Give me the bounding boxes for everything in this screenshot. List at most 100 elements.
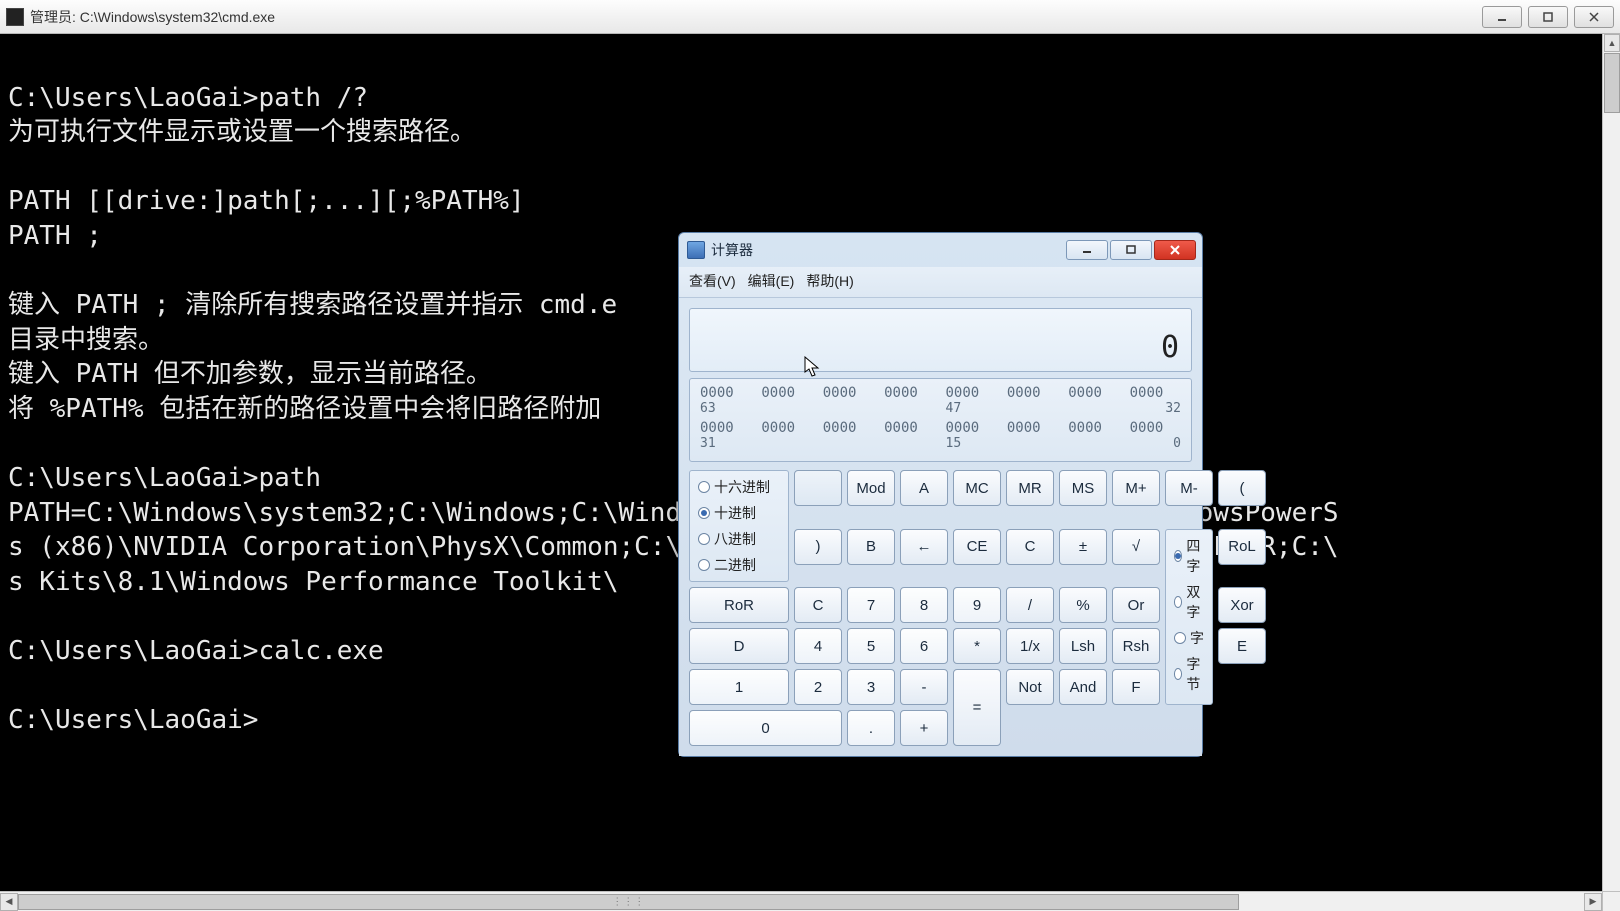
lsh-button[interactable]: Lsh [1059, 628, 1107, 664]
cmd-close-button[interactable] [1574, 6, 1614, 28]
subtract-button[interactable]: - [900, 669, 948, 705]
or-button[interactable]: Or [1112, 587, 1160, 623]
calc-close-button[interactable] [1154, 240, 1196, 260]
num-9-button[interactable]: 9 [953, 587, 1001, 623]
mplus-button[interactable]: M+ [1112, 470, 1160, 506]
bit-display: 00000000000000000000000000000000 634732 … [689, 378, 1192, 462]
scroll-thumb-h[interactable]: ⋮⋮⋮ [18, 894, 1239, 910]
bit-group: 0000 [1130, 420, 1181, 436]
num-3-button[interactable]: 3 [847, 669, 895, 705]
cmd-scroll-corner [1602, 891, 1620, 911]
bit-index-label [1068, 401, 1119, 416]
equals-button[interactable]: = [953, 669, 1001, 746]
num-1-button[interactable]: 1 [689, 669, 789, 705]
not-button[interactable]: Not [1006, 669, 1054, 705]
word-radio-dword[interactable]: 双字 [1174, 582, 1204, 622]
add-button[interactable]: + [900, 710, 948, 746]
scroll-up-icon[interactable]: ▲ [1604, 34, 1620, 52]
mr-button[interactable]: MR [1006, 470, 1054, 506]
hex-b-button[interactable]: B [847, 529, 895, 565]
num-5-button[interactable]: 5 [847, 628, 895, 664]
divide-button[interactable]: / [1006, 587, 1054, 623]
bit-index-label: 32 [1130, 401, 1181, 416]
scroll-thumb-v[interactable] [1604, 53, 1620, 113]
num-7-button[interactable]: 7 [847, 587, 895, 623]
and-button[interactable]: And [1059, 669, 1107, 705]
lparen-button[interactable]: ( [1218, 470, 1266, 506]
multiply-button[interactable]: * [953, 628, 1001, 664]
bit-group: 0000 [884, 385, 935, 401]
bit-group: 0000 [1130, 385, 1181, 401]
bit-group: 0000 [1007, 385, 1058, 401]
cmd-horizontal-scrollbar[interactable]: ◀ ⋮⋮⋮ ▶ [0, 891, 1602, 911]
mod-button[interactable]: Mod [847, 470, 895, 506]
bit-group: 0000 [700, 420, 751, 436]
base-radio-hex[interactable]: 十六进制 [698, 477, 780, 497]
word-size-group: 四字双字字字节 [1165, 529, 1213, 706]
num-2-button[interactable]: 2 [794, 669, 842, 705]
rparen-button[interactable]: ) [794, 529, 842, 565]
bit-index-label [1007, 401, 1058, 416]
calc-titlebar[interactable]: 计算器 [679, 233, 1202, 267]
menu-view[interactable]: 查看(V) [689, 271, 736, 291]
bit-group: 0000 [1007, 420, 1058, 436]
xor-button[interactable]: Xor [1218, 587, 1266, 623]
rol-button[interactable]: RoL [1218, 529, 1266, 565]
hex-a-button[interactable]: A [900, 470, 948, 506]
reciprocal-button[interactable]: 1/x [1006, 628, 1054, 664]
hex-e-button[interactable]: E [1218, 628, 1266, 664]
radio-dot-icon [1174, 632, 1186, 644]
bit-index-label: 15 [946, 436, 997, 451]
radio-dot-icon [1174, 550, 1182, 562]
num-4-button[interactable]: 4 [794, 628, 842, 664]
mminus-button[interactable]: M- [1165, 470, 1213, 506]
hex-d-button[interactable]: D [689, 628, 789, 664]
c-button[interactable]: C [1006, 529, 1054, 565]
cmd-vertical-scrollbar[interactable]: ▲ [1602, 34, 1620, 891]
calc-maximize-button[interactable] [1110, 240, 1152, 260]
bit-index-label: 31 [700, 436, 751, 451]
hex-f-button[interactable]: F [1112, 669, 1160, 705]
radio-label: 字 [1190, 628, 1204, 648]
calculator-window[interactable]: 计算器 查看(V) 编辑(E) 帮助(H) 0 0000000000000000… [678, 232, 1203, 757]
ror-button[interactable]: RoR [689, 587, 789, 623]
calc-minimize-button[interactable] [1066, 240, 1108, 260]
word-radio-qword[interactable]: 四字 [1174, 536, 1204, 576]
radio-label: 十六进制 [714, 477, 770, 497]
cmd-minimize-button[interactable] [1482, 6, 1522, 28]
rsh-button[interactable]: Rsh [1112, 628, 1160, 664]
ms-button[interactable]: MS [1059, 470, 1107, 506]
plusminus-button[interactable]: ± [1059, 529, 1107, 565]
calculator-app-icon [687, 241, 705, 259]
bit-index-label: 63 [700, 401, 751, 416]
backspace-button[interactable]: ← [900, 529, 948, 565]
num-8-button[interactable]: 8 [900, 587, 948, 623]
cmd-titlebar[interactable]: 管理员: C:\Windows\system32\cmd.exe [0, 0, 1620, 34]
ce-button[interactable]: CE [953, 529, 1001, 565]
menu-help[interactable]: 帮助(H) [806, 271, 853, 291]
blank-button [794, 470, 842, 506]
number-base-group: 十六进制十进制八进制二进制 [689, 470, 789, 582]
bit-group: 0000 [884, 420, 935, 436]
num-6-button[interactable]: 6 [900, 628, 948, 664]
bit-index-label: 0 [1130, 436, 1181, 451]
num-0-button[interactable]: 0 [689, 710, 842, 746]
bit-index-label [884, 436, 935, 451]
hex-c-button[interactable]: C [794, 587, 842, 623]
percent-button[interactable]: % [1059, 587, 1107, 623]
cmd-maximize-button[interactable] [1528, 6, 1568, 28]
base-radio-bin[interactable]: 二进制 [698, 555, 780, 575]
radio-label: 十进制 [714, 503, 756, 523]
decimal-point-button[interactable]: . [847, 710, 895, 746]
menu-edit[interactable]: 编辑(E) [748, 271, 795, 291]
calc-menubar: 查看(V) 编辑(E) 帮助(H) [679, 267, 1202, 298]
scroll-left-icon[interactable]: ◀ [0, 893, 18, 911]
scroll-right-icon[interactable]: ▶ [1584, 893, 1602, 911]
base-radio-oct[interactable]: 八进制 [698, 529, 780, 549]
word-radio-byte[interactable]: 字节 [1174, 654, 1204, 694]
sqrt-button[interactable]: √ [1112, 529, 1160, 565]
bit-group: 0000 [1068, 420, 1119, 436]
word-radio-word[interactable]: 字 [1174, 628, 1204, 648]
mc-button[interactable]: MC [953, 470, 1001, 506]
base-radio-dec[interactable]: 十进制 [698, 503, 780, 523]
